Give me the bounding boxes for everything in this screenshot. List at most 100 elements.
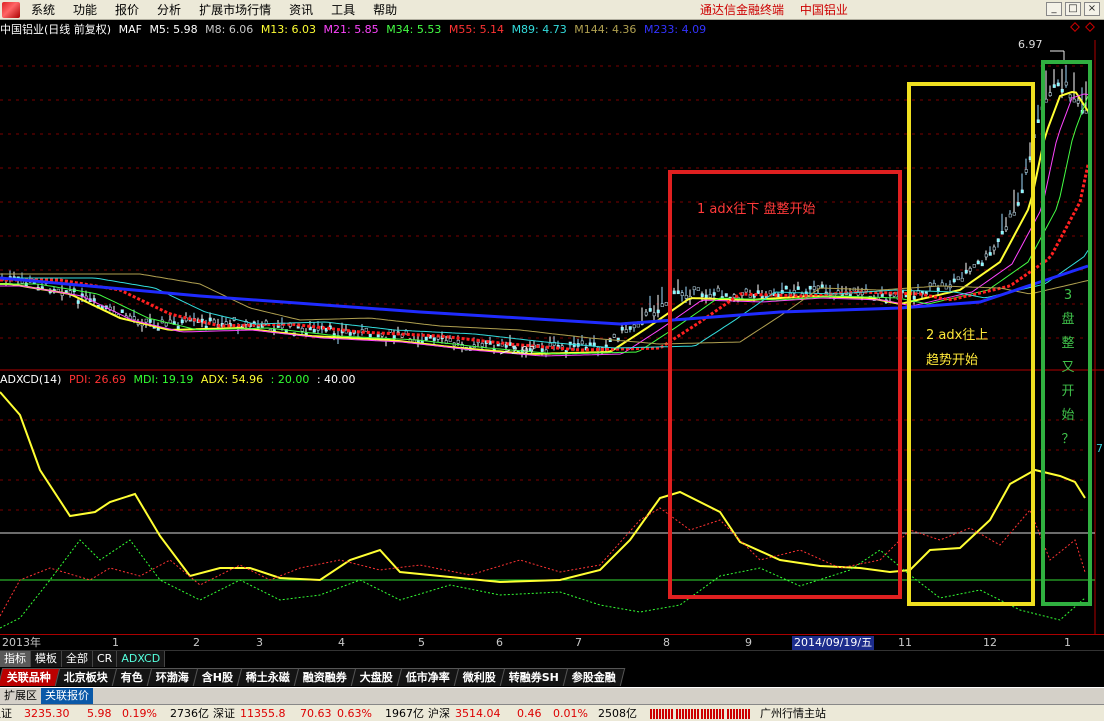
date-tick: 7 [575,636,582,649]
status-bar: 上证 3235.30 5.98 0.19% 2736亿 深证 11355.8 7… [0,704,1104,721]
tab-cr[interactable]: CR [93,651,118,667]
candle-body [300,327,304,332]
tab-nonferrous[interactable]: 有色 [111,668,153,686]
candle-body [1004,226,1008,231]
title-area: 通达信金融终端 中国铝业 [700,0,860,20]
close-icon[interactable]: × [1084,2,1100,16]
chart-title: 中国铝业(日线 前复权) [0,23,112,36]
candle-body [672,290,676,295]
candle-body [448,338,452,342]
ma-label: M55: 5.14 [448,23,505,36]
candle-body [1056,82,1060,87]
ma-label: M233: 4.09 [643,23,707,36]
candle-body [652,312,656,317]
ma-label: M8: 6.06 [205,23,254,36]
candle-body [676,290,680,295]
candle-body [656,309,660,314]
candle-body [1016,202,1020,206]
candle-body [1048,92,1052,96]
tab-label: 低市净率 [405,671,450,684]
tab-related-quote[interactable]: 关联报价 [41,688,93,704]
diamond-icon [1070,22,1080,32]
tab-indicator[interactable]: 指标 [0,651,31,667]
tab-related-variety[interactable]: 关联品种 [0,668,61,686]
candle-body [312,329,316,333]
date-tick: 1 [1064,636,1071,649]
candle-body [1068,94,1072,99]
menu-tools[interactable]: 工具 [324,0,366,20]
pdi-value: PDI: 26.69 [68,373,127,386]
tab-label: 参股金融 [572,671,617,684]
tab-adxcd[interactable]: ADXCD [117,651,166,667]
tab-label: 转融券SH [508,671,560,684]
menu-quote[interactable]: 报价 [108,0,150,20]
tab-low-profit[interactable]: 微利股 [453,668,506,686]
annotation-box2-line1: 2 adx往上 [926,328,989,343]
menu-ext-market[interactable]: 扩展市场行情 [192,0,282,20]
minimize-icon[interactable]: _ [1046,2,1062,16]
sh-change: 5.98 [87,707,112,720]
tab-refinance[interactable]: 转融券SH [499,668,569,686]
candle-body [940,282,944,287]
tab-finance-stake[interactable]: 参股金融 [563,668,626,686]
tab-template[interactable]: 模板 [31,651,62,667]
sz-index: 11355.8 [240,707,286,720]
candle-body [964,269,968,274]
annotation-box3-char: 开 [1061,384,1075,399]
candle-body [928,282,932,287]
candle-body [1000,230,1004,235]
candle-body [1020,189,1024,194]
ma13-line [0,90,1089,355]
app-logo-icon [2,1,20,18]
ma-label: M5: 5.98 [149,23,198,36]
tab-large-cap[interactable]: 大盘股 [350,668,403,686]
tab-low-pb[interactable]: 低市净率 [396,668,460,686]
sz-amount: 1967亿 [385,707,424,720]
candle-body [664,302,668,306]
side-scale-marker: 7 [1096,442,1103,455]
candle-body [960,277,964,282]
date-cursor-label: 2014/09/19/五 [792,636,875,650]
tab-bohai[interactable]: 环渤海 [146,668,199,686]
candle-body [992,246,996,251]
candle-body [996,238,1000,242]
diamond-icon [1085,22,1095,32]
hs-label: 沪深 [428,707,450,720]
date-tick: 3 [256,636,263,649]
candle-body [1072,98,1076,103]
tab-all[interactable]: 全部 [62,651,93,667]
candle-body [984,253,988,258]
menu-help[interactable]: 帮助 [366,0,408,20]
menu-function[interactable]: 功能 [66,0,108,20]
maximize-icon[interactable]: □ [1065,2,1081,16]
tab-beijing[interactable]: 北京板块 [54,668,118,686]
tab-extension-area[interactable]: 扩展区 [0,688,41,704]
candle-body [1064,81,1068,86]
candle-body [712,292,716,296]
candle-body [684,295,688,299]
date-tick: 4 [338,636,345,649]
candle-body [424,336,428,341]
tab-margin[interactable]: 融资融券 [293,668,357,686]
candle-body [968,267,972,272]
sz-change: 70.63 [300,707,332,720]
menu-analysis[interactable]: 分析 [150,0,192,20]
annotation-box3-char: 3 [1063,288,1073,303]
menu-system[interactable]: 系统 [24,0,66,20]
menu-news[interactable]: 资讯 [282,0,324,20]
annotation-box3-char: 整 [1061,336,1075,351]
tab-h-share[interactable]: 含H股 [192,668,243,686]
tab-rare-earth[interactable]: 稀土永磁 [236,668,300,686]
sz-label: 深证 [213,707,235,720]
annotation-box3-char: 又 [1061,360,1075,375]
ma-label: M34: 5.53 [386,23,442,36]
candle-body [348,332,352,336]
candle-body [912,296,916,300]
candle-body [952,278,956,283]
sub-indicator-name: ADXCD(14) [0,373,62,386]
sh-pct: 0.19% [122,707,157,720]
annotation-box3: 3 盘 整 又 开 始 ？ [1061,284,1075,452]
tab-label: 融资融券 [302,671,347,684]
candle-body [208,317,212,322]
annotation-box1: 1 adx往下 盘整开始 [697,202,816,217]
